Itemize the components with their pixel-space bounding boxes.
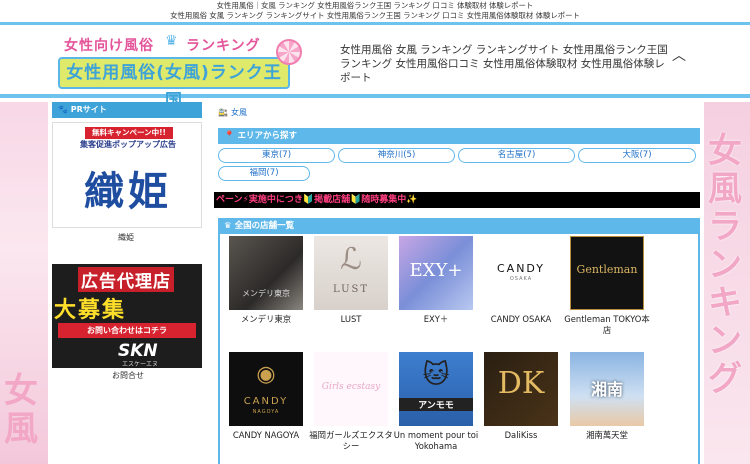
area-button-nagoya[interactable]: 名古屋(7) xyxy=(458,148,575,163)
ad-skn-line-1: 広告代理店 xyxy=(78,267,174,292)
shop-image-text: EXY+ xyxy=(409,260,463,281)
shops-panel-title: ♛ 全国の店舗一覧 xyxy=(218,218,700,234)
shop-card[interactable]: CANDY OSAKA CANDY OSAKA xyxy=(478,236,564,325)
header-description: 女性用風俗 女風 ランキング ランキングサイト 女性用風俗ランク王国 ランキング… xyxy=(340,44,668,84)
shop-image-text: Girls ecstasy xyxy=(321,382,381,392)
shop-image: 🐱 アンモモ xyxy=(399,352,473,426)
shop-image: 湘南 xyxy=(570,352,644,426)
shop-image-subtext: NAGOYA xyxy=(252,409,280,415)
shop-image: Gentleman xyxy=(570,236,644,310)
shop-image: DK xyxy=(484,352,558,426)
shop-image-text: DK xyxy=(497,366,545,401)
ad-orihime-badge: 無料キャンペーン中!! xyxy=(85,127,173,139)
area-panel-title-label: エリアから探す xyxy=(237,131,298,141)
shop-card[interactable]: DK DaliKiss xyxy=(478,352,564,441)
shop-image: メンデリ東京 xyxy=(229,236,303,310)
shop-name: EXY＋ xyxy=(423,314,449,324)
announcement-marquee: ペーン⚡実施中につき🔰掲載店舗🔰随時募集中✨ xyxy=(214,192,700,208)
top-seo-line-2: 女性用風俗 女風 ランキング ランキングサイト 女性用風俗ランク王国 ランキング… xyxy=(170,11,580,20)
shop-card[interactable]: Girls ecstasy 福岡ガールズエクスタシー xyxy=(308,352,394,452)
ad-orihime-caption[interactable]: 織姫 xyxy=(118,232,134,243)
sidebar: 🐾 PRサイト 無料キャンペーン中!! 集客促進ポップアップ広告 織姫 織姫 広… xyxy=(52,102,203,464)
shop-name: CANDY NAGOYA xyxy=(232,430,300,440)
shop-name: 福岡ガールズエクスタシー xyxy=(309,430,393,451)
background-right-text: 女風ランキング xyxy=(708,131,742,399)
lollipop-icon xyxy=(276,39,302,65)
shop-card[interactable]: Gentleman Gentleman TOKYO本店 xyxy=(564,236,650,336)
shop-image-subtext: OSAKA xyxy=(509,276,533,282)
shop-image: ℒ LUST xyxy=(314,236,388,310)
chevron-up-icon[interactable]: ︿ xyxy=(672,45,686,65)
shop-image: ◉ CANDY NAGOYA xyxy=(229,352,303,426)
ad-skn-line-2: 大募集 xyxy=(54,298,127,323)
area-button-tokyo[interactable]: 東京(7) xyxy=(218,148,335,163)
train-icon: 🚉 xyxy=(218,108,228,117)
shop-name: Gentleman TOKYO本店 xyxy=(564,314,650,335)
shop-name: 湘南萬天堂 xyxy=(586,430,628,440)
shop-card[interactable]: メンデリ東京 メンデリ東京 xyxy=(223,236,309,325)
shop-image-text: LUST xyxy=(332,284,370,295)
lust-logo-icon: ℒ xyxy=(340,242,362,277)
breadcrumb: 🚉 女風 xyxy=(218,107,247,118)
crown-icon: ♛ xyxy=(165,33,178,49)
shop-image-text: Gentleman xyxy=(576,263,638,276)
ad-skn-brand-sub: エスケーエヌ xyxy=(122,361,159,368)
shop-name: LUST xyxy=(340,314,362,324)
area-panel-title: 📍 エリアから探す xyxy=(218,128,700,144)
background-right-banner: 女風ランキング xyxy=(704,102,750,464)
shop-grid: メンデリ東京 メンデリ東京 ℒ LUST LUST EXY+ EXY＋ CAND… xyxy=(218,234,700,464)
shop-name: DaliKiss xyxy=(504,430,538,440)
candy-logo-icon: ◉ xyxy=(256,362,276,387)
background-left-text: 女風 xyxy=(4,371,38,449)
cat-mascot-icon: 🐱 xyxy=(422,360,450,390)
shop-image-text: アンモモ xyxy=(399,398,473,411)
ad-skn-brand: SKN xyxy=(118,341,158,361)
shop-image-text: CANDY xyxy=(496,262,546,275)
shop-card[interactable]: 🐱 アンモモ Un moment pour toi Yokohama xyxy=(393,352,479,452)
breadcrumb-link[interactable]: 女風 xyxy=(231,108,247,117)
shop-card[interactable]: ◉ CANDY NAGOYA CANDY NAGOYA xyxy=(223,352,309,441)
site-logo[interactable]: 女性向け風俗 ♛ ランキング 女性用風俗(女風)ランク王国 xyxy=(58,33,302,111)
shop-name: CANDY OSAKA xyxy=(490,314,552,324)
shop-image-text: メンデリ東京 xyxy=(242,289,290,298)
ad-skn-banner[interactable]: 広告代理店 大募集 お問い合わせはコチラ SKN エスケーエヌ xyxy=(52,264,202,368)
shop-image-text: CANDY xyxy=(243,396,289,407)
background-left-banner: 女風 xyxy=(0,102,48,464)
shop-name: メンデリ東京 xyxy=(240,314,292,324)
shop-image: EXY+ xyxy=(399,236,473,310)
map-pin-icon: 📍 xyxy=(224,131,238,141)
ad-skn-contact: お問い合わせはコチラ xyxy=(58,323,196,338)
shop-image: CANDY OSAKA xyxy=(484,236,558,310)
site-header: 女性向け風俗 ♛ ランキング 女性用風俗(女風)ランク王国 女性用風俗 女風 ラ… xyxy=(0,22,750,111)
shop-card[interactable]: ℒ LUST LUST xyxy=(308,236,394,325)
shop-image-text: 湘南 xyxy=(590,380,623,399)
area-button-osaka[interactable]: 大阪(7) xyxy=(578,148,696,163)
paw-icon: 🐾 xyxy=(58,105,71,114)
logo-line-1b: ランキング xyxy=(186,38,261,54)
shop-card[interactable]: 湘南 湘南萬天堂 xyxy=(564,352,650,441)
logo-line-2: 女性用風俗(女風)ランク王国 xyxy=(58,57,290,111)
shop-card[interactable]: EXY+ EXY＋ xyxy=(393,236,479,325)
sidebar-title-label: PRサイト xyxy=(70,105,107,114)
logo-line-1a: 女性向け風俗 xyxy=(64,38,154,54)
shop-image: Girls ecstasy xyxy=(314,352,388,426)
shop-name: Un moment pour toi Yokohama xyxy=(393,430,479,451)
top-seo-line-1: 女性用風俗｜女風 ランキング 女性用風俗ランク王国 ランキング 口コミ 体験取材… xyxy=(216,1,534,10)
crown-icon: ♛ xyxy=(224,221,235,231)
ad-orihime-banner[interactable]: 無料キャンペーン中!! 集客促進ポップアップ広告 織姫 xyxy=(52,122,203,228)
top-seo-bar: 女性用風俗｜女風 ランキング 女性用風俗ランク王国 ランキング 口コミ 体験取材… xyxy=(0,0,750,22)
shops-panel-title-label: 全国の店舗一覧 xyxy=(234,221,295,231)
ad-skn-caption[interactable]: お問合せ xyxy=(112,370,144,381)
area-button-kanagawa[interactable]: 神奈川(5) xyxy=(338,148,455,163)
sidebar-title: 🐾 PRサイト xyxy=(52,102,202,118)
ad-orihime-title: 織姫 xyxy=(84,168,172,215)
main-content: 🚉 女風 📍 エリアから探す 東京(7) 神奈川(5) 名古屋(7) 大阪(7) … xyxy=(214,102,704,464)
area-button-fukuoka[interactable]: 福岡(7) xyxy=(218,166,310,181)
ad-orihime-sub: 集客促進ポップアップ広告 xyxy=(80,140,176,149)
